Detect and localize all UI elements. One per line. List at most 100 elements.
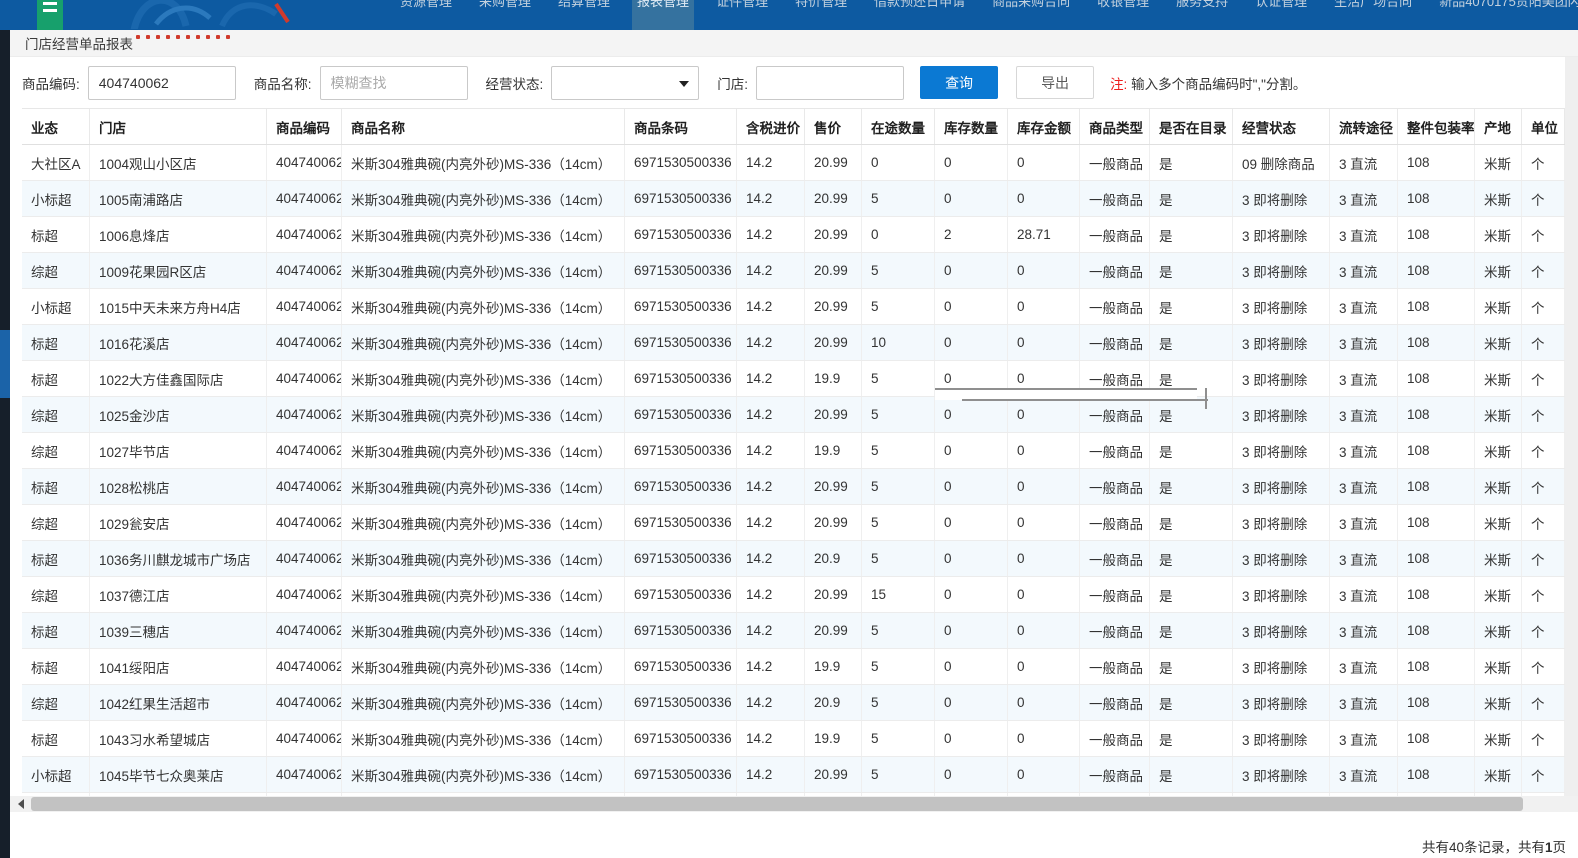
column-header[interactable]: 流转途径 [1330, 109, 1398, 144]
table-row[interactable]: 综超1029瓮安店404740062米斯304雅典碗(内亮外砂)MS-336（1… [22, 505, 1565, 541]
table-row[interactable]: 综超1025金沙店404740062米斯304雅典碗(内亮外砂)MS-336（1… [22, 397, 1565, 433]
product-code-input[interactable] [88, 66, 236, 100]
nav-item[interactable]: 证件管理 [711, 0, 773, 30]
table-cell: 6971530500336 [625, 289, 737, 324]
column-header[interactable]: 库存金额 [1008, 109, 1080, 144]
table-cell: 小标超 [22, 757, 90, 792]
table-row[interactable]: 标超1006息烽店404740062米斯304雅典碗(内亮外砂)MS-336（1… [22, 217, 1565, 253]
column-header[interactable]: 单位 [1522, 109, 1565, 144]
page-count: 1 [1545, 840, 1553, 855]
table-cell: 1043习水希望城店 [90, 721, 267, 756]
nav-item[interactable]: 商品采购合同 [987, 0, 1075, 30]
export-button[interactable]: 导出 [1016, 66, 1094, 99]
table-cell: 米斯 [1475, 721, 1522, 756]
operating-status-select[interactable] [551, 66, 699, 100]
table-cell: 1027毕节店 [90, 433, 267, 468]
column-header[interactable]: 售价 [805, 109, 862, 144]
horizontal-scrollbar[interactable] [10, 796, 1578, 812]
table-cell: 108 [1398, 577, 1475, 612]
column-header[interactable]: 含税进价 [737, 109, 805, 144]
table-cell: 6971530500336 [625, 397, 737, 432]
table-cell: 一般商品 [1080, 541, 1150, 576]
table-row[interactable]: 大社区A1004观山小区店404740062米斯304雅典碗(内亮外砂)MS-3… [22, 145, 1565, 181]
table-row[interactable]: 小标超1005南浦路店404740062米斯304雅典碗(内亮外砂)MS-336… [22, 181, 1565, 217]
nav-item[interactable]: 特价管理 [790, 0, 852, 30]
nav-item[interactable]: 服务支持 [1171, 0, 1233, 30]
scroll-left-triangle [18, 799, 24, 809]
table-row[interactable]: 小标超1015中天未来方舟H4店404740062米斯304雅典碗(内亮外砂)M… [22, 289, 1565, 325]
table-row[interactable]: 标超1022大方佳鑫国际店404740062米斯304雅典碗(内亮外砂)MS-3… [22, 361, 1565, 397]
table-row[interactable]: 标超1039三穗店404740062米斯304雅典碗(内亮外砂)MS-336（1… [22, 613, 1565, 649]
tab-report-title[interactable]: 门店经营单品报表 [25, 33, 133, 53]
nav-item-label: 结算管理 [558, 0, 610, 9]
table-cell: 综超 [22, 433, 90, 468]
table-body: 大社区A1004观山小区店404740062米斯304雅典碗(内亮外砂)MS-3… [22, 145, 1565, 796]
table-row[interactable]: 标超1043习水希望城店404740062米斯304雅典碗(内亮外砂)MS-33… [22, 721, 1565, 757]
nav-item[interactable]: 生活广场合同 [1329, 0, 1417, 30]
nav-item[interactable]: 采购管理 [474, 0, 536, 30]
table-cell: 0 [1008, 577, 1080, 612]
column-header[interactable]: 是否在目录 [1150, 109, 1233, 144]
left-rail-active-indicator[interactable] [0, 330, 10, 398]
table-cell: 米斯 [1475, 649, 1522, 684]
table-cell: 大社区A [22, 145, 90, 180]
product-name-input[interactable] [320, 66, 468, 100]
column-header[interactable]: 整件包装率 [1398, 109, 1475, 144]
column-header[interactable]: 门店 [90, 109, 267, 144]
column-header[interactable]: 商品编码 [267, 109, 342, 144]
nav-item-label: 生活广场合同 [1334, 0, 1412, 9]
column-header[interactable]: 经营状态 [1233, 109, 1330, 144]
table-row[interactable]: 综超1009花果园R区店404740062米斯304雅典碗(内亮外砂)MS-33… [22, 253, 1565, 289]
table-cell: 3 即将删除 [1233, 253, 1330, 288]
nav-item[interactable]: 认证管理 [1250, 0, 1312, 30]
column-header[interactable]: 商品名称 [342, 109, 625, 144]
scrollbar-thumb[interactable] [31, 797, 1523, 811]
table-row[interactable]: 标超1036务川麒龙城市广场店404740062米斯304雅典碗(内亮外砂)MS… [22, 541, 1565, 577]
table-cell: 标超 [22, 721, 90, 756]
table-cell: 米斯 [1475, 685, 1522, 720]
nav-item[interactable]: 报表管理 [632, 0, 694, 30]
table-cell: 米斯304雅典碗(内亮外砂)MS-336（14cm） [342, 757, 625, 792]
table-cell: 3 直流 [1330, 397, 1398, 432]
nav-item[interactable]: 资源管理 [395, 0, 457, 30]
menu-icon[interactable] [37, 0, 63, 30]
table-cell: 个 [1522, 253, 1565, 288]
query-button[interactable]: 查询 [920, 66, 998, 99]
table-row[interactable]: 综超1037德江店404740062米斯304雅典碗(内亮外砂)MS-336（1… [22, 577, 1565, 613]
table-row[interactable]: 综超1027毕节店404740062米斯304雅典碗(内亮外砂)MS-336（1… [22, 433, 1565, 469]
table-cell: 20.99 [805, 181, 862, 216]
table-cell: 19.9 [805, 649, 862, 684]
column-header[interactable]: 在途数量 [862, 109, 935, 144]
nav-item[interactable]: 借款预还日申请 [869, 0, 970, 30]
scroll-left-arrow-icon[interactable] [13, 796, 29, 812]
table-cell: 108 [1398, 289, 1475, 324]
table-row[interactable]: 标超1028松桃店404740062米斯304雅典碗(内亮外砂)MS-336（1… [22, 469, 1565, 505]
table-cell: 6971530500336 [625, 361, 737, 396]
store-input[interactable] [756, 66, 904, 100]
table-cell: 3 即将删除 [1233, 649, 1330, 684]
table-cell: 15 [862, 577, 935, 612]
column-header[interactable]: 商品类型 [1080, 109, 1150, 144]
column-header[interactable]: 产地 [1475, 109, 1522, 144]
table-cell: 14.2 [737, 757, 805, 792]
nav-item[interactable]: 收银管理 [1092, 0, 1154, 30]
table-cell: 1004观山小区店 [90, 145, 267, 180]
table-row[interactable]: 标超1016花溪店404740062米斯304雅典碗(内亮外砂)MS-336（1… [22, 325, 1565, 361]
table-cell: 个 [1522, 289, 1565, 324]
table-cell: 0 [1008, 721, 1080, 756]
column-header[interactable]: 业态 [22, 109, 90, 144]
column-header[interactable]: 库存数量 [935, 109, 1008, 144]
table-row[interactable]: 标超1041绥阳店404740062米斯304雅典碗(内亮外砂)MS-336（1… [22, 649, 1565, 685]
table-cell: 米斯304雅典碗(内亮外砂)MS-336（14cm） [342, 397, 625, 432]
nav-item[interactable]: 新品4070175贵阳美团闪购 [1434, 0, 1578, 30]
column-header[interactable]: 商品条码 [625, 109, 737, 144]
table-cell: 0 [1008, 649, 1080, 684]
table-cell: 0 [1008, 253, 1080, 288]
operating-status-label: 经营状态: [486, 73, 544, 93]
table-row[interactable]: 综超1042红果生活超市404740062米斯304雅典碗(内亮外砂)MS-33… [22, 685, 1565, 721]
table-row[interactable]: 小标超1045毕节七众奥莱店404740062米斯304雅典碗(内亮外砂)MS-… [22, 757, 1565, 793]
nav-item[interactable]: 结算管理 [553, 0, 615, 30]
table-cell: 米斯304雅典碗(内亮外砂)MS-336（14cm） [342, 181, 625, 216]
nav-item-label: 收银管理 [1097, 0, 1149, 9]
table-cell: 5 [862, 685, 935, 720]
